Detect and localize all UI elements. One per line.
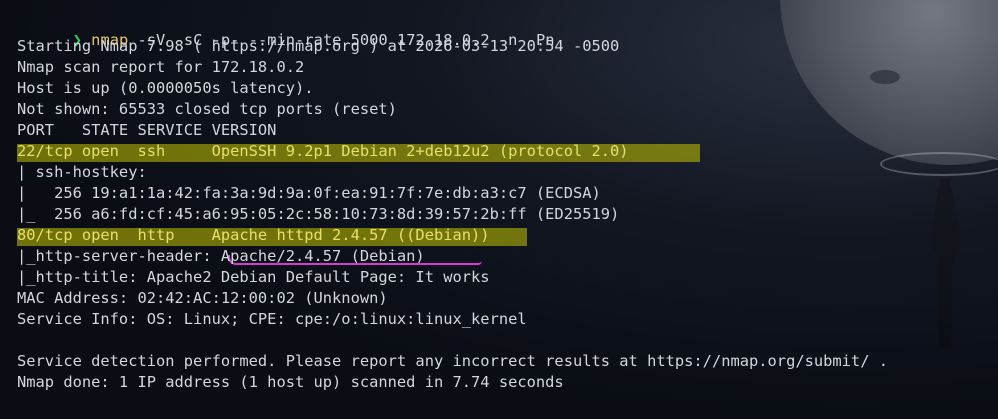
output-line: Service Info: OS: Linux; CPE: cpe:/o:lin… <box>17 310 527 328</box>
output-line: Nmap scan report for 172.18.0.2 <box>17 58 305 76</box>
output-line: | 256 19:a1:1a:42:fa:3a:9d:9a:0f:ea:91:7… <box>17 184 601 202</box>
terminal-output: ❯ nmap -sV -sC -p- --min-rate 5000 172.1… <box>0 0 998 419</box>
output-line: MAC Address: 02:42:AC:12:00:02 (Unknown) <box>17 289 388 307</box>
output-line: |_http-title: Apache2 Debian Default Pag… <box>17 268 490 286</box>
output-line: |_ 256 a6:fd:cf:45:a6:95:05:2c:58:10:73:… <box>17 205 620 223</box>
output-line: PORT STATE SERVICE VERSION <box>17 121 277 139</box>
terminal-window[interactable]: ❯ nmap -sV -sC -p- --min-rate 5000 172.1… <box>0 0 998 419</box>
output-line-http-port: 80/tcp open http Apache httpd 2.4.57 ((D… <box>17 226 490 244</box>
output-line-ssh-port: 22/tcp open ssh OpenSSH 9.2p1 Debian 2+d… <box>17 142 629 160</box>
output-line: | ssh-hostkey: <box>17 163 156 181</box>
output-line: Nmap done: 1 IP address (1 host up) scan… <box>17 373 564 391</box>
output-line: Host is up (0.0000050s latency). <box>17 79 314 97</box>
output-line: Starting Nmap 7.98 ( https://nmap.org ) … <box>17 37 620 55</box>
output-line: |_http-server-header: Apache/2.4.57 (Deb… <box>17 247 425 265</box>
output-line: Service detection performed. Please repo… <box>17 352 888 370</box>
output-line: Not shown: 65533 closed tcp ports (reset… <box>17 100 397 118</box>
command-line: ❯ nmap -sV -sC -p- --min-rate 5000 172.1… <box>17 9 555 49</box>
